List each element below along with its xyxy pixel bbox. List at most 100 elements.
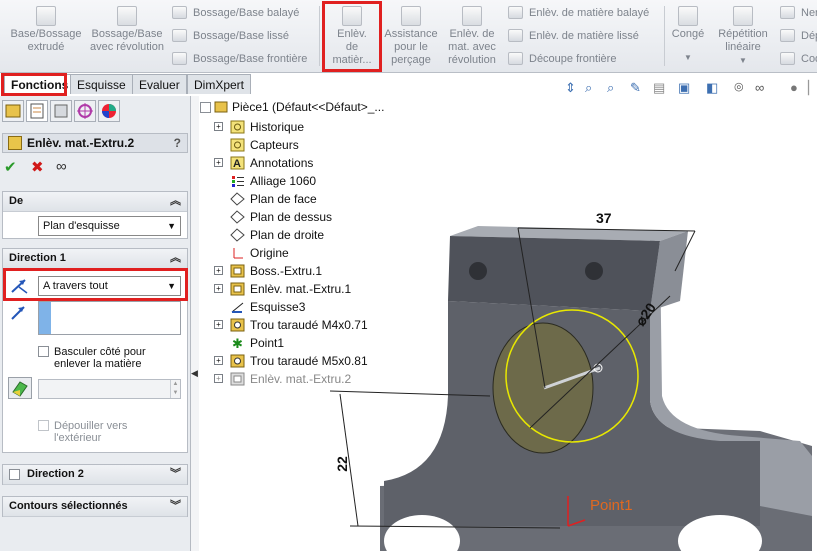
fillet-button[interactable]: Congé ▼ — [668, 4, 708, 64]
expand-icon[interactable]: + — [214, 320, 223, 329]
zoom-fit-icon[interactable]: ⇕ — [565, 80, 576, 96]
help-button[interactable]: ? — [174, 134, 181, 152]
expand-chevron-icon[interactable]: ︾ — [170, 497, 181, 516]
dynamic-annotation-icon[interactable]: ▤ — [653, 80, 665, 96]
linear-pattern-icon — [733, 6, 753, 26]
rib-icon — [780, 6, 795, 19]
point-label[interactable]: Point1 — [590, 497, 633, 514]
dimension-22[interactable]: 22 — [334, 456, 350, 472]
plane-icon — [230, 228, 245, 242]
scene-icon[interactable]: ▏ — [808, 80, 817, 96]
lofted-cut-button[interactable]: Enlèv. de matière lissé — [508, 27, 639, 45]
swept-boss-icon — [172, 6, 187, 19]
revolved-cut-icon — [462, 6, 482, 26]
flip-side-checkbox[interactable] — [38, 346, 49, 357]
loft-boss-button[interactable]: Bossage/Base lissé — [172, 27, 289, 45]
fillet-icon — [678, 6, 698, 26]
tapped-hole-icon — [230, 354, 245, 368]
configuration-tab[interactable] — [50, 100, 72, 122]
from-select[interactable]: Plan d'esquisse ▼ — [38, 216, 181, 236]
selected-contours-header[interactable]: Contours sélectionnés ︾ — [3, 497, 187, 517]
annotations-icon: A — [230, 156, 245, 170]
selected-contours-section: Contours sélectionnés ︾ — [2, 496, 188, 517]
swept-cut-icon — [508, 6, 523, 19]
expand-chevron-icon[interactable]: ︾ — [170, 465, 181, 484]
hole-wizard-button[interactable]: Assistance pour le perçage — [384, 4, 438, 67]
expand-icon[interactable]: + — [214, 356, 223, 365]
part-icon — [214, 101, 228, 113]
color-wheel-icon — [102, 104, 116, 118]
draft-outward-option[interactable]: Dépouiller vers l'extérieur — [38, 420, 188, 444]
direction-selection-box[interactable] — [38, 301, 181, 335]
expand-icon[interactable]: + — [214, 158, 223, 167]
heads-up-toolbar: ⇕ ⌕ ⌕ ✎ ▤ ▣ ◧ ◎ ∞ ● ▏ — [560, 80, 817, 98]
glasses-icon[interactable]: ∞ — [755, 80, 764, 95]
tree-collapse-icon[interactable] — [200, 102, 211, 113]
expand-icon[interactable]: + — [214, 266, 223, 275]
flip-side-option[interactable]: Basculer côté pour enlever la matière — [38, 346, 188, 370]
from-section-header[interactable]: De ︽ — [3, 192, 187, 212]
svg-text:✱: ✱ — [232, 336, 243, 350]
property-manager: Enlèv. mat.-Extru.2 ? ✔ ✖ ∞ De ︽ Plan d'… — [0, 96, 191, 551]
direction2-header[interactable]: Direction 2 ︾ — [3, 465, 187, 485]
swept-boss-button[interactable]: Bossage/Base balayé — [172, 4, 299, 22]
rib-button[interactable]: Ner — [780, 4, 817, 22]
expand-icon[interactable]: + — [214, 374, 223, 383]
plane-icon — [230, 210, 245, 224]
display-style-icon[interactable]: ◧ — [706, 80, 718, 96]
dimxpert-tab[interactable] — [74, 100, 96, 122]
preview-button[interactable]: ∞ — [56, 158, 67, 175]
ok-button[interactable]: ✔ — [4, 158, 17, 176]
tab-dimxpert[interactable]: DimXpert — [187, 74, 252, 94]
boundary-cut-button[interactable]: Découpe frontière — [508, 50, 616, 68]
lofted-cut-icon — [508, 29, 523, 42]
cut-extrude-icon — [230, 282, 245, 296]
direction1-header[interactable]: Direction 1 ︽ — [3, 249, 187, 269]
property-manager-tab[interactable] — [26, 100, 48, 122]
draft-toggle-button[interactable] — [8, 377, 32, 399]
collapse-chevron-icon[interactable]: ︽ — [170, 249, 181, 268]
boss-extrude-icon — [230, 264, 245, 278]
expand-icon[interactable]: + — [214, 122, 223, 131]
plane-icon — [230, 192, 245, 206]
cancel-button[interactable]: ✖ — [31, 158, 44, 176]
tab-sketch[interactable]: Esquisse — [70, 74, 133, 94]
revolve-boss-button[interactable]: Bossage/Base avec révolution — [88, 4, 166, 54]
expand-icon[interactable]: + — [214, 284, 223, 293]
dropdown-arrow-icon: ▼ — [167, 221, 176, 231]
feature-manager-tab[interactable] — [2, 100, 24, 122]
boundary-boss-button[interactable]: Bossage/Base frontière — [172, 50, 307, 68]
zoom-area-icon[interactable]: ⌕ — [585, 80, 592, 96]
history-icon — [230, 120, 245, 134]
appearance-icon[interactable]: ● — [790, 80, 798, 95]
revolved-cut-button[interactable]: Enlèv. de mat. avec révolution — [442, 4, 502, 67]
previous-view-icon[interactable]: ⌕ — [607, 80, 614, 96]
draft-angle-field[interactable]: ▲ ▼ — [38, 379, 181, 399]
draft-button[interactable]: Dép — [780, 27, 817, 45]
extrude-boss-button[interactable]: Base/Bossage extrudé — [6, 4, 86, 54]
direction2-section: Direction 2 ︾ — [2, 464, 188, 485]
collapse-chevron-icon[interactable]: ︽ — [170, 192, 181, 211]
configuration-icon — [54, 104, 68, 118]
linear-pattern-button[interactable]: Répétition linéaire ▼ — [712, 4, 774, 67]
linear-pattern-dropdown-icon[interactable]: ▼ — [712, 54, 774, 67]
command-manager-ribbon: Base/Bossage extrudé Bossage/Base avec r… — [0, 0, 817, 73]
display-manager-tab[interactable] — [98, 100, 120, 122]
tapped-hole-right — [585, 262, 603, 280]
shell-button[interactable]: Coq — [780, 50, 817, 68]
fillet-dropdown-icon[interactable]: ▼ — [668, 51, 708, 64]
section-view-icon[interactable]: ✎ — [630, 80, 641, 96]
view-orientation-icon[interactable]: ▣ — [678, 80, 690, 96]
feature-manager-tree: Pièce1 (Défaut<<Défaut>_... + Historique … — [196, 98, 456, 398]
draft-icon — [780, 29, 795, 42]
feature-name: Enlèv. mat.-Extru.2 — [27, 136, 135, 150]
hide-show-icon[interactable]: ◎ — [734, 80, 744, 93]
spinner-icon[interactable]: ▲ ▼ — [170, 380, 180, 398]
tab-evaluate[interactable]: Evaluer — [132, 74, 187, 94]
draft-outward-checkbox[interactable] — [38, 420, 49, 431]
dimension-37[interactable]: 37 — [596, 210, 612, 226]
command-tabs: Fonctions Esquisse Evaluer DimXpert — [0, 73, 252, 96]
direction2-checkbox[interactable] — [9, 469, 20, 480]
swept-cut-button[interactable]: Enlèv. de matière balayé — [508, 4, 649, 22]
extruded-cut-feature-icon — [8, 136, 22, 150]
